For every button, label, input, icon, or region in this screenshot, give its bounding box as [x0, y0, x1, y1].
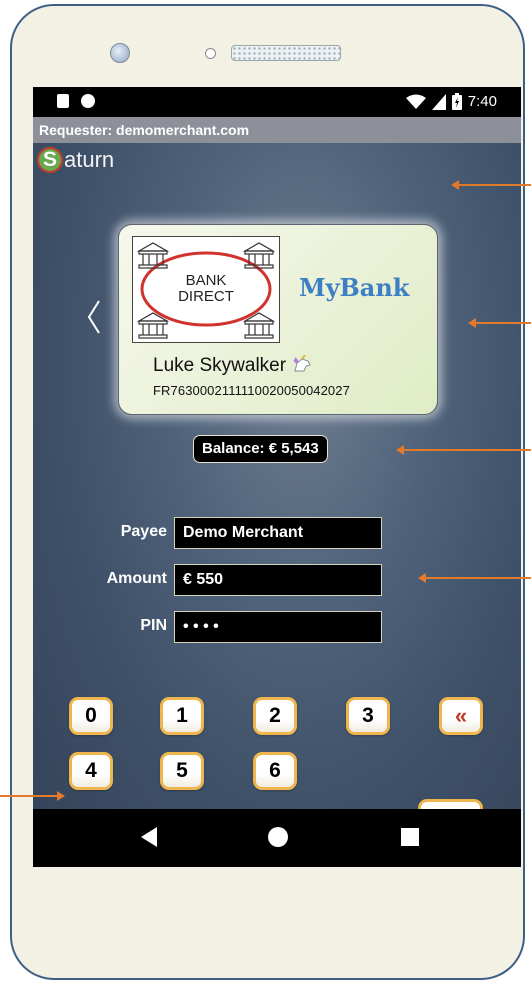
requester-bar: Requester: demomerchant.com [33, 117, 521, 143]
clock: 7:40 [467, 93, 497, 110]
battery-icon [451, 93, 462, 110]
annotation-arrow-logo [451, 180, 531, 190]
card-iban: FR7630002111110020050042027 [153, 383, 350, 398]
unicorn-icon [292, 354, 312, 373]
bank-logo-line1: BANK [185, 272, 227, 289]
back-nav-icon[interactable] [139, 826, 159, 853]
circle-icon [81, 94, 95, 108]
pin-field[interactable]: • • • • [174, 611, 382, 643]
bank-name: MyBank [299, 273, 410, 302]
annotation-arrow-keypad [0, 791, 65, 801]
saturn-logo-icon: S [37, 147, 63, 173]
navigation-bar [33, 809, 521, 867]
signal-icon [431, 93, 446, 110]
proximity-sensor [205, 48, 216, 59]
bank-card[interactable]: BANK DIRECT MyBank Luke Skywalker FR7630… [118, 224, 438, 415]
bank-logo-line2: DIRECT [178, 288, 234, 305]
earpiece-speaker [231, 45, 341, 61]
home-nav-icon[interactable] [267, 826, 289, 853]
previous-card-icon[interactable] [87, 300, 101, 339]
key-3[interactable]: 3 [346, 697, 390, 735]
front-camera [110, 43, 130, 63]
phone-screen: 7:40 Requester: demomerchant.com S aturn… [33, 87, 521, 867]
app-name: aturn [64, 147, 115, 172]
pin-label: PIN [140, 617, 167, 634]
key-0[interactable]: 0 [69, 697, 113, 735]
app-logo: S aturn [37, 147, 114, 173]
key-4[interactable]: 4 [69, 752, 113, 790]
card-holder-text: Luke Skywalker [153, 355, 287, 376]
key-6[interactable]: 6 [253, 752, 297, 790]
key-2[interactable]: 2 [253, 697, 297, 735]
payee-field[interactable]: Demo Merchant [174, 517, 382, 549]
sd-card-icon [57, 94, 69, 108]
wifi-icon [405, 94, 426, 109]
recents-nav-icon[interactable] [401, 828, 419, 851]
bank-direct-logo: BANK DIRECT [132, 236, 280, 343]
backspace-button[interactable]: « [439, 697, 483, 735]
annotation-arrow-card [468, 318, 531, 328]
annotation-arrow-form [418, 573, 531, 583]
amount-label: Amount [106, 570, 167, 587]
key-1[interactable]: 1 [160, 697, 204, 735]
amount-field[interactable]: € 550 [174, 564, 382, 596]
key-5[interactable]: 5 [160, 752, 204, 790]
annotation-arrow-balance [396, 445, 531, 455]
payee-label: Payee [120, 523, 167, 540]
status-bar: 7:40 [33, 87, 521, 117]
balance-badge: Balance: € 5,543 [193, 435, 328, 463]
card-holder-name: Luke Skywalker [153, 354, 312, 377]
